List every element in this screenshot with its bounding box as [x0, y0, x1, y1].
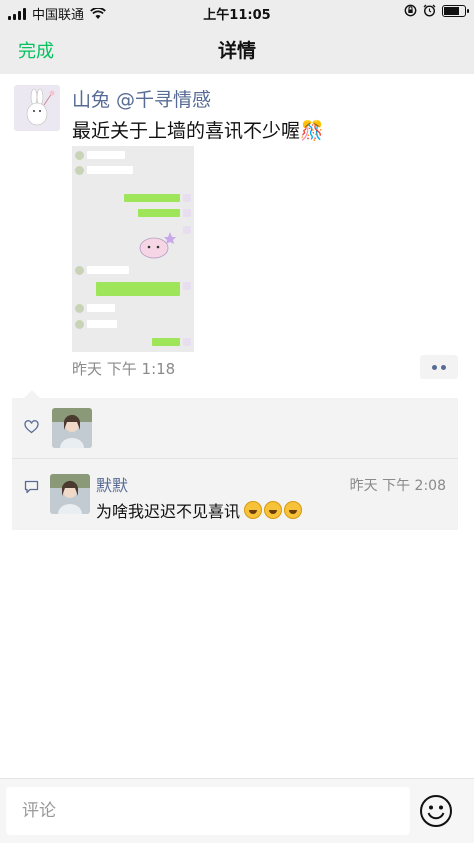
- mini-avatar: [75, 151, 84, 160]
- person-photo: [50, 474, 90, 514]
- heart-icon: [24, 420, 39, 434]
- divider: [12, 458, 458, 459]
- mini-bubble: [87, 151, 125, 159]
- post-image[interactable]: [72, 146, 194, 352]
- mini-avatar: [183, 209, 191, 217]
- emoji-icon[interactable]: [419, 794, 453, 828]
- comment-time: 昨天 下午 2:08: [349, 478, 446, 494]
- laugh-emoji-icon: [244, 501, 263, 519]
- comment-text[interactable]: 为啥我迟迟不见喜讯: [96, 498, 303, 522]
- mini-bubble: [87, 166, 133, 174]
- interaction-panel: 默默 昨天 下午 2:08 为啥我迟迟不见喜讯: [12, 390, 458, 530]
- mini-avatar: [75, 304, 84, 313]
- mini-bubble: [96, 282, 180, 296]
- mini-avatar: [183, 194, 191, 202]
- page-title: 详情: [217, 40, 256, 62]
- alarm-icon: [423, 4, 436, 17]
- comment-icon: [24, 480, 39, 494]
- mini-avatar: [183, 226, 191, 234]
- mini-avatar: [75, 266, 84, 275]
- author-avatar[interactable]: [14, 85, 60, 131]
- post-author[interactable]: 山兔 @千寻情感: [72, 85, 211, 112]
- comment-bar: [0, 778, 474, 843]
- commenter-avatar[interactable]: [50, 474, 90, 514]
- mini-avatar: [183, 338, 191, 346]
- party-emoji-icon: 🎊: [300, 120, 324, 142]
- status-time: 上午11:05: [203, 8, 271, 23]
- nav-bar: 完成 详情: [0, 24, 474, 74]
- mini-avatar: [75, 320, 84, 329]
- liker-avatar[interactable]: [52, 408, 92, 448]
- comment-input[interactable]: [6, 787, 410, 835]
- person-photo: [52, 408, 92, 448]
- mini-bubble: [124, 194, 180, 202]
- more-icon[interactable]: [420, 355, 458, 379]
- mini-bubble: [87, 266, 129, 274]
- mini-bubble: [138, 209, 180, 217]
- lock-rotation-icon: [404, 4, 417, 17]
- mini-bubble: [87, 304, 115, 312]
- comment-text-body: 为啥我迟迟不见喜讯: [96, 502, 241, 521]
- laugh-emoji-icon: [264, 501, 283, 519]
- status-bar: 中国联通 上午11:05: [0, 0, 474, 24]
- mini-bubble: [152, 338, 180, 346]
- laugh-emojis: [242, 501, 303, 519]
- post-text-body: 最近关于上墙的喜讯不少喔: [72, 120, 301, 142]
- mini-bubble: [87, 320, 117, 328]
- mini-avatar: [75, 166, 84, 175]
- sticker-image: [139, 232, 176, 259]
- comment-author[interactable]: 默默: [96, 472, 128, 496]
- post-time: 昨天 下午 1:18: [72, 360, 176, 378]
- mini-avatar: [183, 282, 191, 290]
- rabbit-avatar-image: [14, 85, 60, 131]
- post-text: 最近关于上墙的喜讯不少喔🎊: [72, 116, 324, 143]
- laugh-emoji-icon: [284, 501, 303, 519]
- battery-icon: [442, 4, 469, 17]
